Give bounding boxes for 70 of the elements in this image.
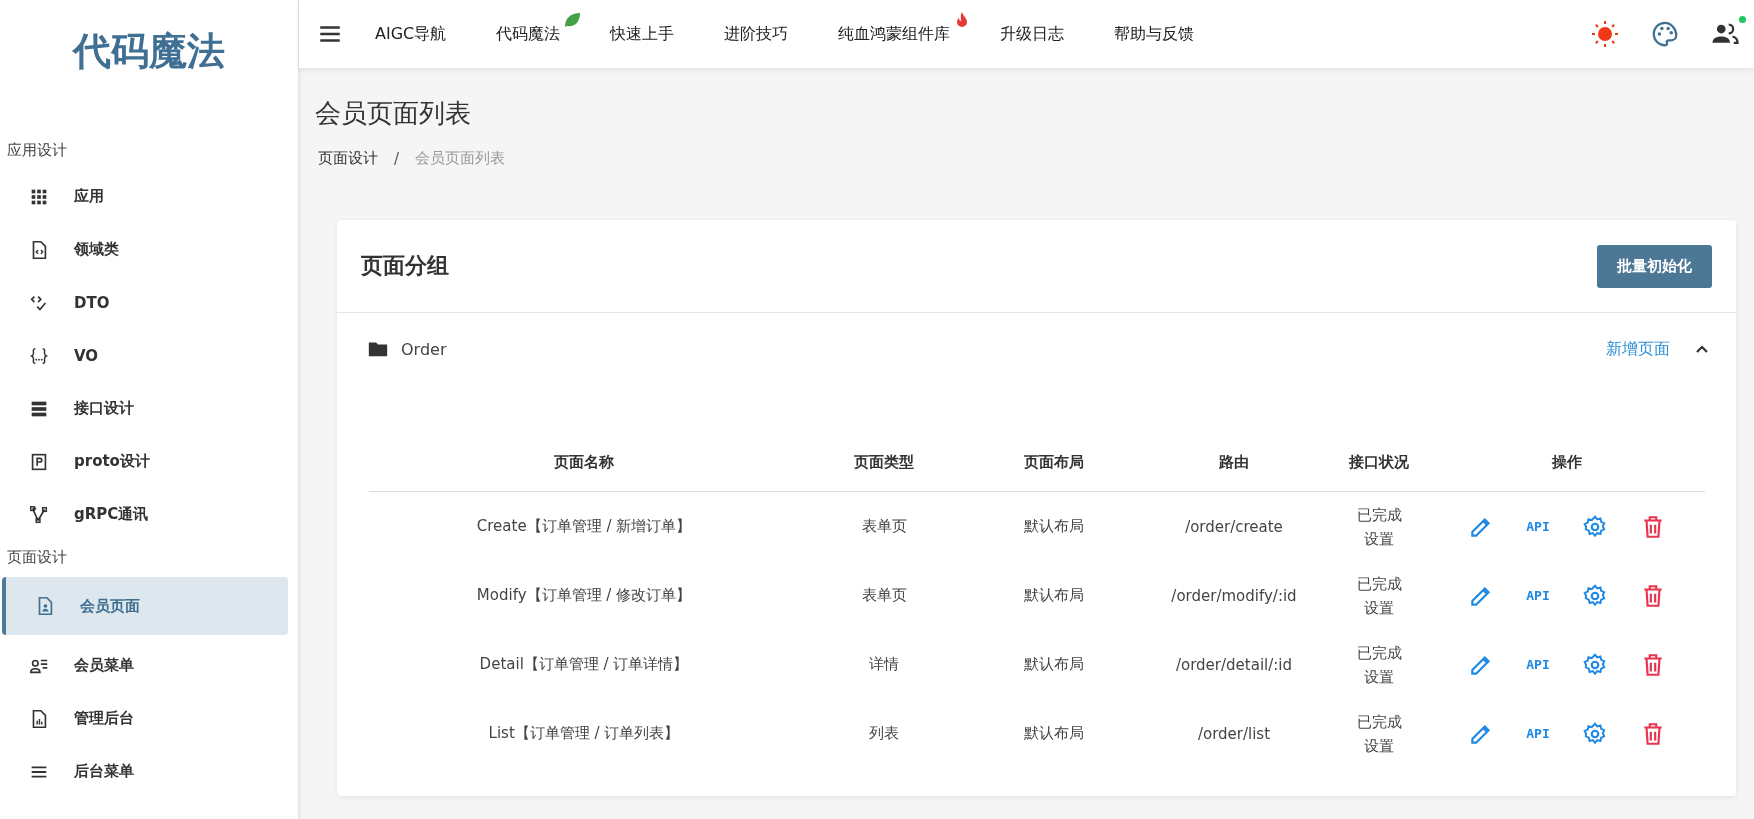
status-text: 已完成 bbox=[1356, 504, 1402, 526]
group-name: Order bbox=[401, 339, 447, 359]
table-cell-text: 默认布局 bbox=[1023, 654, 1085, 675]
column-header: 页面名称 bbox=[369, 433, 799, 492]
table-cell: 表单页 bbox=[799, 491, 969, 561]
page-title: 会员页面列表 bbox=[315, 97, 472, 130]
sidebar-item[interactable]: 会员菜单 bbox=[2, 639, 288, 692]
nav-link[interactable]: AIGC导航 bbox=[375, 23, 447, 45]
nodes-icon bbox=[28, 503, 50, 526]
sidebar-item[interactable]: 应用 bbox=[2, 170, 288, 223]
sidebar-item[interactable]: gRPC通讯 bbox=[2, 488, 288, 541]
nav-link[interactable]: 代码魔法 bbox=[496, 23, 561, 45]
sidebar-item[interactable]: 管理后台 bbox=[2, 692, 288, 745]
table-cell-text: /order/modify/:id bbox=[1170, 585, 1298, 607]
table-cell-text: 默认布局 bbox=[1023, 585, 1085, 606]
palette-icon[interactable] bbox=[1650, 19, 1680, 49]
nav-link[interactable]: 进阶技巧 bbox=[724, 23, 789, 45]
table-cell-text: 默认布局 bbox=[1023, 723, 1085, 744]
table-cell: 默认布局 bbox=[969, 491, 1139, 561]
column-header: 接口状况 bbox=[1329, 433, 1429, 492]
status-text: 已完成 bbox=[1356, 642, 1402, 664]
batch-init-button[interactable]: 批量初始化 bbox=[1597, 244, 1712, 288]
table-cell: /order/create bbox=[1139, 491, 1329, 561]
settings-icon[interactable] bbox=[1581, 720, 1608, 747]
app-logo: 代码魔法 bbox=[71, 28, 226, 75]
table-cell-text: /order/detail/:id bbox=[1174, 654, 1294, 676]
table-cell: Create【订单管理 / 新增订单】 bbox=[369, 491, 799, 561]
sidebar-section-title: 应用设计 bbox=[6, 139, 68, 161]
table-cell-text: 详情 bbox=[868, 654, 900, 675]
card-title: 页面分组 bbox=[361, 252, 449, 280]
table-cell-text: 列表 bbox=[868, 723, 900, 744]
status-text: 已完成 bbox=[1356, 711, 1402, 733]
breadcrumb-separator: / bbox=[394, 149, 400, 168]
sidebar-item[interactable]: 领域类 bbox=[2, 223, 288, 276]
sidebar-item[interactable]: proto设计 bbox=[2, 435, 288, 488]
settings-link[interactable]: 设置 bbox=[1364, 733, 1394, 758]
settings-link[interactable]: 设置 bbox=[1364, 664, 1394, 689]
settings-icon[interactable] bbox=[1581, 582, 1608, 609]
sidebar-item[interactable]: 后台菜单 bbox=[2, 745, 288, 798]
nav-link[interactable]: 纯血鸿蒙组件库 bbox=[838, 23, 951, 45]
api-button[interactable]: API bbox=[1526, 519, 1550, 534]
nav-link[interactable]: 升级日志 bbox=[1000, 23, 1065, 45]
api-button[interactable]: API bbox=[1526, 588, 1550, 603]
column-header: 路由 bbox=[1139, 433, 1329, 492]
breadcrumb-item: 会员页面列表 bbox=[415, 149, 506, 168]
sidebar-item[interactable]: DTO bbox=[2, 276, 288, 329]
add-page-link[interactable]: 新增页面 bbox=[1606, 338, 1670, 360]
api-button[interactable]: API bbox=[1526, 726, 1550, 741]
settings-link[interactable]: 设置 bbox=[1364, 595, 1394, 620]
sun-icon[interactable] bbox=[1590, 19, 1620, 49]
settings-link[interactable]: 设置 bbox=[1364, 526, 1394, 551]
column-header: 页面类型 bbox=[799, 433, 969, 492]
table-cell-text: /order/list bbox=[1196, 723, 1272, 745]
table-cell-text: Detail【订单管理 / 订单详情】 bbox=[478, 654, 690, 675]
nav-link[interactable]: 快速上手 bbox=[610, 23, 675, 45]
settings-icon[interactable] bbox=[1581, 513, 1608, 540]
nav-link[interactable]: 帮助与反馈 bbox=[1114, 23, 1195, 45]
breadcrumb-item[interactable]: 页面设计 bbox=[318, 149, 378, 168]
column-header: 页面布局 bbox=[969, 433, 1139, 492]
sidebar-item[interactable]: 接口设计 bbox=[2, 382, 288, 435]
column-header: 操作 bbox=[1429, 433, 1705, 492]
sidebar-section-title: 页面设计 bbox=[6, 546, 68, 568]
table-cell-text: List【订单管理 / 订单列表】 bbox=[487, 723, 681, 744]
settings-icon[interactable] bbox=[1581, 651, 1608, 678]
sidebar-item[interactable]: VO bbox=[2, 329, 288, 382]
sidebar-item[interactable]: 会员页面 bbox=[2, 577, 288, 635]
status-text: 已完成 bbox=[1356, 573, 1402, 595]
table-cell-text: Modify【订单管理 / 修改订单】 bbox=[475, 585, 693, 606]
api-button[interactable]: API bbox=[1526, 657, 1550, 672]
table-cell-text: 表单页 bbox=[860, 585, 908, 606]
